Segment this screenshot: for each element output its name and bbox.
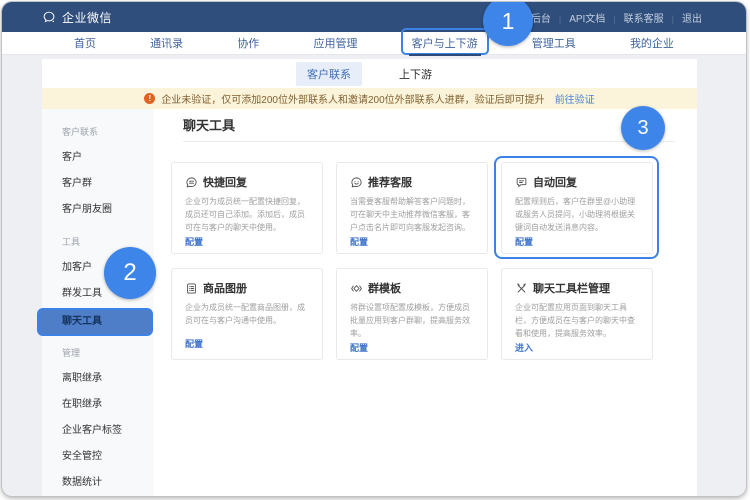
logo: 企业微信 bbox=[42, 9, 112, 26]
card-header: 快捷回复 bbox=[185, 174, 309, 190]
sidebar-item-customer-tags[interactable]: 企业客户标签 bbox=[42, 418, 154, 444]
page-title: 聊天工具 bbox=[183, 115, 677, 137]
nav-item-home[interactable]: 首页 bbox=[72, 32, 98, 54]
card-title: 群模板 bbox=[368, 280, 401, 296]
main-panel: 聊天工具 快捷回复 企业可为成员统一配置快捷回复，成员还可自己添加。添加后，成员… bbox=[154, 109, 697, 496]
card-recommend-service[interactable]: 推荐客服 当需要客服帮助解答客户问题时，可在聊天中主动推荐微信客服，客户点击名片… bbox=[336, 162, 488, 254]
logo-text: 企业微信 bbox=[62, 9, 112, 26]
product-album-icon bbox=[185, 282, 198, 295]
recommend-service-configure-link[interactable]: 配置 bbox=[350, 235, 474, 248]
go-verify-link[interactable]: 前往验证 bbox=[555, 91, 595, 106]
quick-reply-configure-link[interactable]: 配置 bbox=[185, 235, 309, 248]
app-window: 企业微信 服务商后台 API文档 联系客服 退出 首页 通讯录 协作 应用管理 … bbox=[2, 2, 746, 496]
sidebar-item-customer-moments[interactable]: 客户朋友圈 bbox=[42, 197, 154, 223]
active-nav-underline bbox=[409, 54, 481, 56]
nav-item-my-company[interactable]: 我的企业 bbox=[628, 32, 676, 54]
group-template-icon bbox=[350, 282, 363, 295]
chat-toolbar-enter-link[interactable]: 进入 bbox=[515, 341, 639, 354]
annotation-circle-3: 3 bbox=[621, 106, 665, 150]
annotation-step-number: 1 bbox=[502, 8, 515, 35]
card-description: 当需要客服帮助解答客户问题时，可在聊天中主动推荐微信客服，客户点击名片即可向客服… bbox=[350, 195, 474, 235]
nav-item-label: 客户与上下游 bbox=[412, 38, 478, 50]
nav-item-admin-tools[interactable]: 管理工具 bbox=[530, 32, 578, 54]
warning-text: 企业未验证，仅可添加200位外部联系人和邀请200位外部联系人进群，验证后即可提… bbox=[161, 91, 544, 106]
recommend-service-icon bbox=[350, 176, 363, 189]
card-chat-toolbar-management[interactable]: 聊天工具栏管理 企业可配置应用页面到聊天工具栏，方便成员在与客户的聊天中查看和使… bbox=[501, 268, 653, 360]
annotation-circle-2: 2 bbox=[104, 247, 156, 299]
card-header: 群模板 bbox=[350, 280, 474, 296]
sidebar-item-chat-tools[interactable]: 聊天工具 bbox=[37, 308, 153, 336]
card-description: 将群设置项配置成模板，方便成员批量应用到客户群聊，提高服务效率。 bbox=[350, 301, 474, 341]
auto-reply-configure-link[interactable]: 配置 bbox=[515, 235, 639, 248]
card-description: 配置规则后，客户在群里@小助理或服务人员提问，小助理将根据关键词自动发送消息内容… bbox=[515, 195, 639, 235]
card-quick-reply[interactable]: 快捷回复 企业可为成员统一配置快捷回复，成员还可自己添加。添加后，成员可在与客户… bbox=[171, 162, 323, 254]
annotation-step-number: 2 bbox=[123, 259, 136, 287]
orange-exclamation-icon: ! bbox=[144, 93, 155, 104]
nav-item-customers-updown[interactable]: 客户与上下游 bbox=[410, 32, 480, 54]
card-header: 聊天工具栏管理 bbox=[515, 280, 639, 296]
tab-customer-contact[interactable]: 客户联系 bbox=[296, 62, 362, 86]
card-header: 推荐客服 bbox=[350, 174, 474, 190]
card-header: 自动回复 bbox=[515, 174, 639, 190]
nav-item-app-management[interactable]: 应用管理 bbox=[311, 32, 359, 54]
sidebar-item-security-control[interactable]: 安全管控 bbox=[42, 444, 154, 470]
logout-link[interactable]: 退出 bbox=[664, 10, 702, 25]
sidebar-item-customer[interactable]: 客户 bbox=[42, 145, 154, 171]
sidebar-item-customer-groups[interactable]: 客户群 bbox=[42, 171, 154, 197]
card-group-template[interactable]: 群模板 将群设置项配置成模板，方便成员批量应用到客户群聊，提高服务效率。 配置 bbox=[336, 268, 488, 360]
wechat-work-bubble-icon bbox=[42, 10, 56, 24]
card-title: 聊天工具栏管理 bbox=[533, 280, 610, 296]
sidebar-section-management: 管理 bbox=[42, 340, 154, 366]
title-divider bbox=[183, 141, 675, 142]
sidebar-item-data-statistics[interactable]: 数据统计 bbox=[42, 470, 154, 496]
card-title: 推荐客服 bbox=[368, 174, 412, 190]
verification-warning-bar: ! 企业未验证，仅可添加200位外部联系人和邀请200位外部联系人进群，验证后即… bbox=[42, 88, 697, 109]
card-title: 快捷回复 bbox=[203, 174, 247, 190]
primary-nav: 首页 通讯录 协作 应用管理 客户与上下游 管理工具 我的企业 bbox=[2, 32, 746, 55]
tool-cards-grid: 快捷回复 企业可为成员统一配置快捷回复，成员还可自己添加。添加后，成员可在与客户… bbox=[171, 162, 677, 360]
quick-reply-icon bbox=[185, 176, 198, 189]
auto-reply-icon bbox=[515, 176, 528, 189]
nav-item-collaboration[interactable]: 协作 bbox=[235, 32, 261, 54]
api-docs-link[interactable]: API文档 bbox=[551, 10, 605, 25]
annotation-step-number: 3 bbox=[637, 117, 648, 140]
tab-upstream-downstream[interactable]: 上下游 bbox=[388, 62, 443, 86]
sidebar-item-onjob-inheritance[interactable]: 在职继承 bbox=[42, 392, 154, 418]
card-title: 自动回复 bbox=[533, 174, 577, 190]
sidebar-section-customer-contact: 客户联系 bbox=[42, 119, 154, 145]
card-product-album[interactable]: 商品图册 企业为成员统一配置商品图册，成员可在与客户沟通中使用。 配置 bbox=[171, 268, 323, 360]
card-title: 商品图册 bbox=[203, 280, 247, 296]
topbar: 企业微信 服务商后台 API文档 联系客服 退出 bbox=[2, 2, 746, 32]
nav-item-contacts[interactable]: 通讯录 bbox=[148, 32, 185, 54]
sidebar: 客户联系 客户 客户群 客户朋友圈 工具 加客户 群发工具 聊天工具 管理 离职… bbox=[42, 109, 154, 496]
card-auto-reply[interactable]: 自动回复 配置规则后，客户在群里@小助理或服务人员提问，小助理将根据关键词自动发… bbox=[501, 162, 653, 254]
sub-tab-bar: 客户联系 上下游 bbox=[42, 59, 697, 88]
product-album-configure-link[interactable]: 配置 bbox=[185, 337, 309, 350]
card-description: 企业为成员统一配置商品图册，成员可在与客户沟通中使用。 bbox=[185, 301, 309, 327]
card-header: 商品图册 bbox=[185, 280, 309, 296]
contact-support-link[interactable]: 联系客服 bbox=[605, 10, 663, 25]
group-template-configure-link[interactable]: 配置 bbox=[350, 341, 474, 354]
card-description: 企业可配置应用页面到聊天工具栏，方便成员在与客户的聊天中查看和使用，提高服务效率… bbox=[515, 301, 639, 341]
card-description: 企业可为成员统一配置快捷回复，成员还可自己添加。添加后，成员可在与客户的聊天中使… bbox=[185, 195, 309, 235]
chat-toolbar-icon bbox=[515, 282, 528, 295]
sidebar-item-resigned-inheritance[interactable]: 离职继承 bbox=[42, 366, 154, 392]
content-area: 客户联系 客户 客户群 客户朋友圈 工具 加客户 群发工具 聊天工具 管理 离职… bbox=[42, 109, 697, 496]
